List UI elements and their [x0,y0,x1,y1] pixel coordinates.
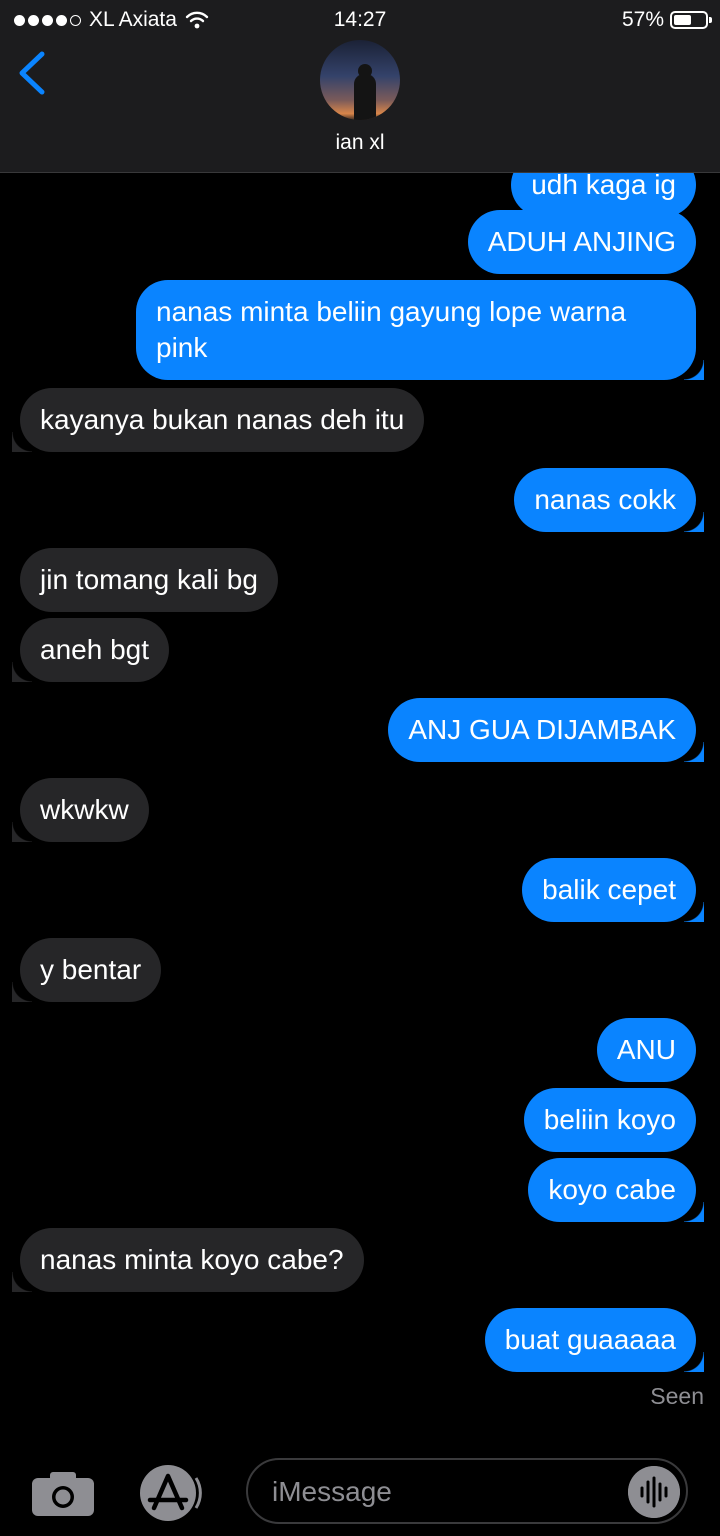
battery-percentage: 57% [621,8,664,31]
audio-waveform-icon[interactable] [628,1466,680,1518]
message-list[interactable]: udh kaga ig ADUH ANJING nanas minta beli… [0,173,720,1433]
message-bubble-incoming[interactable]: y bentar [11,938,162,1002]
message-bubble-outgoing[interactable]: ANJ GUA DIJAMBAK [388,698,704,762]
app-store-icon[interactable] [134,1464,206,1522]
battery-icon [670,11,712,29]
message-bubble-incoming[interactable]: nanas minta koyo cabe? [12,1228,364,1292]
message-bubble-outgoing[interactable]: buat guaaaaa [484,1308,705,1372]
clock: 14:27 [333,8,387,31]
status-bar: XL Axiata 14:27 57% [0,0,720,40]
message-bubble-outgoing[interactable]: koyo cabe [528,1158,704,1222]
message-bubble-incoming[interactable]: kayanya bukan nanas deh itu [11,388,425,452]
message-bubble-outgoing[interactable]: ANU [596,1018,696,1082]
contact-avatar[interactable] [320,40,400,120]
message-bubble-outgoing[interactable]: beliin koyo [523,1088,696,1152]
message-bubble-outgoing[interactable]: balik cepet [522,858,704,922]
avatar-silhouette [354,74,376,120]
read-receipt: Seen [650,1383,704,1409]
message-input[interactable]: iMessage [246,1458,688,1524]
camera-icon[interactable] [32,1470,94,1516]
message-bubble-incoming[interactable]: aneh bgt [12,618,169,682]
compose-bar: iMessage [0,1440,720,1536]
battery-fill [674,15,691,25]
contact-name[interactable]: ian xl [0,131,720,155]
message-bubble-incoming[interactable]: wkwkw [12,778,149,842]
message-input-placeholder: iMessage [272,1476,392,1507]
message-bubble-incoming[interactable]: jin tomang kali bg [20,548,278,612]
message-bubble-outgoing[interactable]: ADUH ANJING [467,210,696,274]
message-bubble-outgoing[interactable]: nanas cokk [514,468,704,532]
status-right: 57% [621,8,712,32]
message-bubble-outgoing[interactable]: nanas minta beliin gayung lope warna pin… [136,280,704,380]
back-chevron-icon[interactable] [14,50,54,96]
